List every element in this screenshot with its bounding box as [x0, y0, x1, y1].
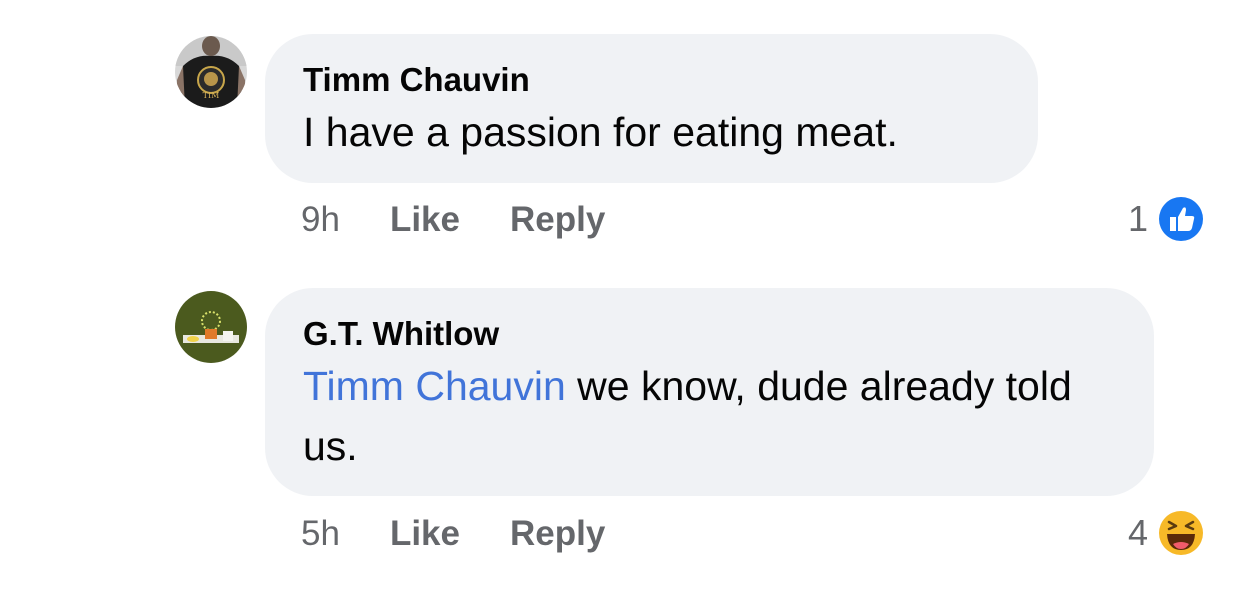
avatar-gt-whitlow[interactable] — [175, 291, 247, 363]
comment-2: G.T. Whitlow Timm Chauvin we know, dude … — [0, 0, 1242, 595]
reply-button[interactable]: Reply — [510, 512, 605, 556]
mention-link[interactable]: Timm Chauvin — [303, 363, 566, 409]
like-button[interactable]: Like — [390, 512, 460, 556]
reaction-count: 4 — [1127, 512, 1148, 553]
comment-actions: 5h Like Reply — [301, 512, 655, 556]
comment-author[interactable]: G.T. Whitlow — [303, 314, 1116, 354]
haha-laugh-icon — [1157, 509, 1205, 557]
comment-bubble: G.T. Whitlow Timm Chauvin we know, dude … — [265, 288, 1154, 496]
comment-text: Timm Chauvin we know, dude already told … — [303, 356, 1116, 476]
reaction-summary[interactable]: 4 — [1128, 508, 1206, 558]
profile-photo-icon — [175, 291, 247, 363]
comment-timestamp[interactable]: 5h — [301, 512, 340, 556]
